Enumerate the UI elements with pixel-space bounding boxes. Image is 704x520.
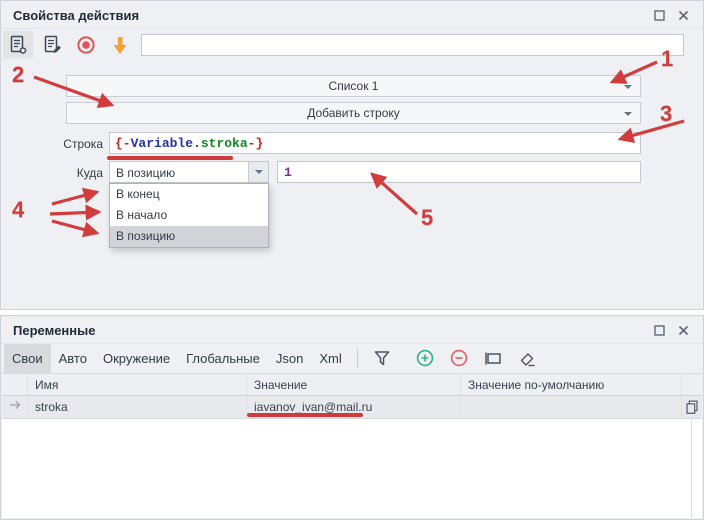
action-edit-icon	[41, 34, 63, 56]
column-header-name[interactable]: Имя	[28, 374, 247, 395]
action-settings-icon	[7, 34, 29, 56]
tab-svoi[interactable]: Свои	[4, 344, 51, 373]
filter-button[interactable]	[368, 346, 396, 370]
action-properties-panel: Свойства действия	[0, 0, 704, 310]
scrollbar-gutter[interactable]	[691, 419, 692, 518]
record-icon	[75, 34, 97, 56]
annotation-underline-stroka	[107, 156, 233, 160]
variables-title: Переменные	[13, 323, 95, 338]
row-arrow-icon	[8, 399, 22, 411]
tab-okruzhenie[interactable]: Окружение	[95, 344, 178, 373]
variable-default-cell[interactable]	[461, 396, 682, 418]
annotation-number-3: 3	[660, 101, 672, 127]
annotation-number-1: 1	[661, 46, 673, 72]
close-button[interactable]	[675, 323, 691, 338]
edit-in-window-button[interactable]	[479, 346, 507, 370]
annotation-number-4: 4	[12, 197, 24, 223]
syntax-dot: .	[193, 136, 201, 151]
add-variable-button[interactable]	[411, 346, 439, 370]
action-edit-button[interactable]	[37, 31, 67, 59]
tab-avto[interactable]: Авто	[51, 344, 95, 373]
page-title: Свойства действия	[13, 8, 139, 23]
remove-icon	[449, 348, 469, 368]
syntax-object: Variable	[131, 136, 193, 151]
kuda-combobox-button[interactable]	[248, 162, 268, 182]
dropdown-caret-icon	[255, 170, 263, 174]
dropdown-option-v-poziciyu[interactable]: В позицию	[110, 226, 268, 247]
close-icon	[678, 325, 689, 336]
remove-variable-button[interactable]	[445, 346, 473, 370]
tab-globalnye[interactable]: Глобальные	[178, 344, 268, 373]
variable-name-cell[interactable]: stroka	[28, 396, 247, 418]
variables-tabs-row: Свои Авто Окружение Глобальные Json Xml	[2, 343, 702, 373]
run-arrow-icon	[109, 34, 131, 56]
dropdown-caret-icon	[624, 112, 632, 116]
position-input[interactable]: 1	[277, 161, 641, 183]
dropdown-option-v-konec[interactable]: В конец	[110, 184, 268, 205]
action-select-value: Добавить строку	[307, 106, 400, 120]
annotation-underline-email	[247, 413, 363, 417]
variables-panel-header: Переменные	[1, 316, 703, 344]
stroka-label: Строка	[31, 137, 103, 151]
annotation-number-2: 2	[12, 62, 24, 88]
list-select[interactable]: Список 1	[66, 75, 641, 97]
kuda-combobox[interactable]: В позицию	[109, 161, 269, 183]
toolbar-separator	[357, 348, 358, 368]
row-actions-cell	[682, 396, 702, 418]
action-select[interactable]: Добавить строку	[66, 102, 641, 124]
variables-panel: Переменные Свои Авто Окружение Глобальны…	[0, 315, 704, 520]
tab-xml[interactable]: Xml	[311, 344, 349, 373]
screen: Свойства действия	[0, 0, 704, 520]
kuda-dropdown-list: В конец В начало В позицию	[109, 183, 269, 248]
maximize-icon	[654, 10, 665, 21]
maximize-button[interactable]	[651, 323, 667, 338]
column-header-value[interactable]: Значение	[247, 374, 461, 395]
stroka-input[interactable]: {-Variable.stroka-}	[109, 132, 641, 154]
annotation-number-5: 5	[421, 205, 433, 231]
action-panel-header: Свойства действия	[1, 1, 703, 29]
clear-button[interactable]	[513, 346, 541, 370]
action-settings-button[interactable]	[3, 31, 33, 59]
search-input[interactable]	[141, 34, 684, 56]
filter-icon	[372, 348, 392, 368]
dropdown-caret-icon	[624, 85, 632, 89]
table-header: Имя Значение Значение по-умолчанию	[2, 373, 702, 396]
copy-icon	[683, 398, 701, 416]
tab-json[interactable]: Json	[268, 344, 311, 373]
column-header-actions	[682, 374, 702, 395]
edit-window-icon	[483, 348, 503, 368]
record-button[interactable]	[71, 31, 101, 59]
dropdown-option-v-nachalo[interactable]: В начало	[110, 205, 268, 226]
table-body-empty	[2, 419, 702, 518]
selector-column-header	[2, 374, 28, 395]
syntax-property: stroka	[201, 136, 248, 151]
add-icon	[415, 348, 435, 368]
row-selector-cell	[2, 396, 28, 418]
run-to-action-button[interactable]	[105, 31, 135, 59]
syntax-close: -}	[248, 136, 264, 151]
kuda-label: Куда	[31, 166, 103, 180]
column-header-default[interactable]: Значение по-умолчанию	[461, 374, 682, 395]
syntax-open: {-	[115, 136, 131, 151]
close-button[interactable]	[675, 8, 691, 23]
copy-variable-button[interactable]	[683, 398, 701, 416]
maximize-icon	[654, 325, 665, 336]
close-icon	[678, 10, 689, 21]
eraser-icon	[517, 348, 537, 368]
maximize-button[interactable]	[651, 8, 667, 23]
list-select-value: Список 1	[329, 79, 379, 93]
kuda-combobox-value: В позицию	[116, 166, 175, 180]
